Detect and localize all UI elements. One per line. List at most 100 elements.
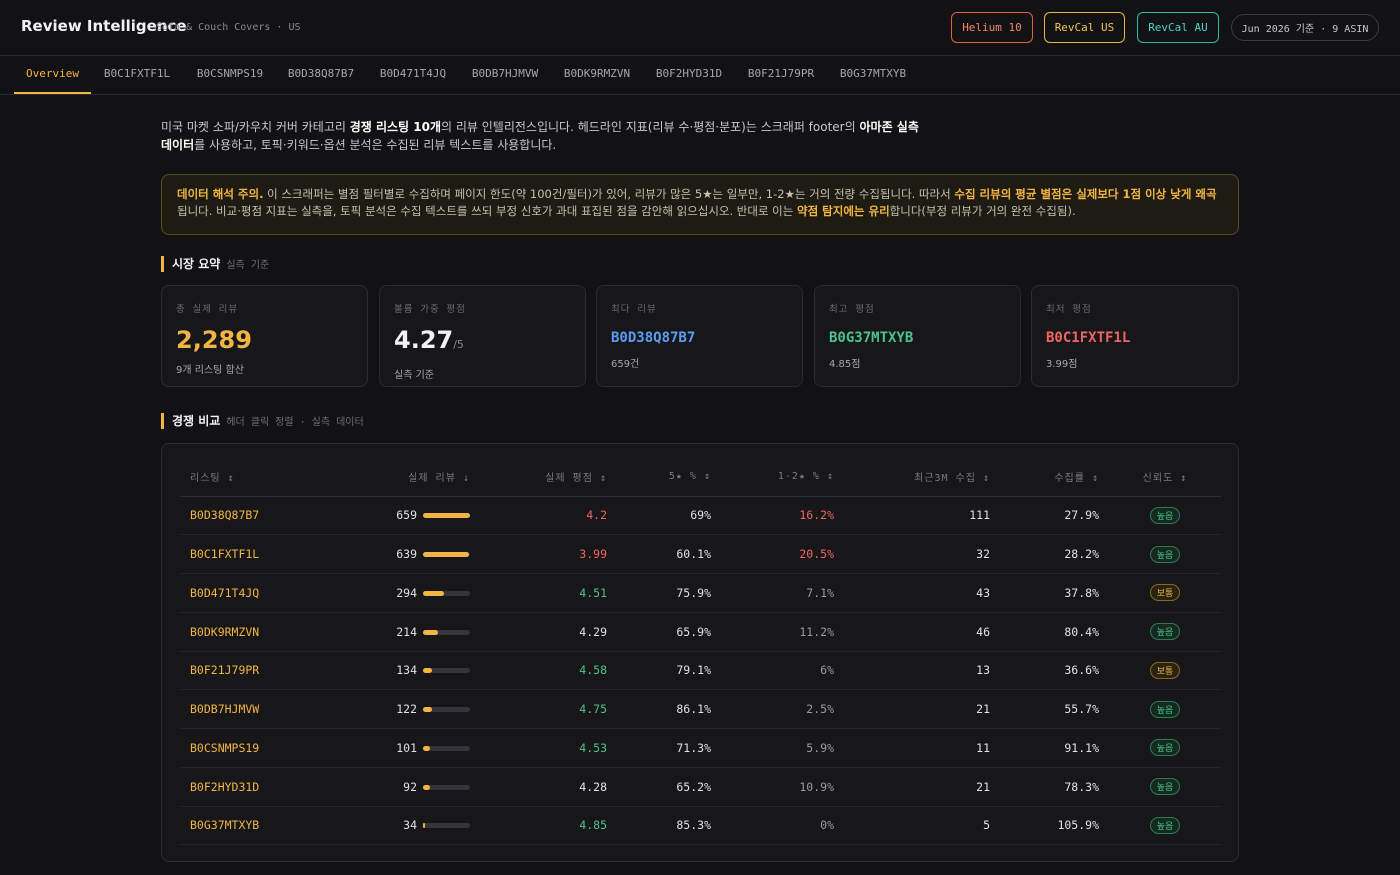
tab-b0dk9rmzvn[interactable]: B0DK9RMZVN — [556, 56, 638, 94]
review-share-bar — [423, 784, 470, 790]
review-count: 122 — [396, 702, 417, 717]
low-star-cell: 7.1% — [721, 573, 844, 613]
listing-link[interactable]: B0F2HYD31D — [180, 767, 330, 807]
data-caution-notice: 데이터 해석 주의. 이 스크래퍼는 별점 필터별로 수집하며 페이지 한도(약… — [161, 174, 1239, 235]
col-header-trust[interactable]: 신뢰도 ↕ — [1109, 458, 1221, 497]
table-row: B0C1FXTF1L 639 3.99 60.1% 20.5% 32 28.2% 높음 — [180, 534, 1221, 574]
recent-3m-cell: 21 — [844, 689, 1000, 729]
trust-badge: 보통 — [1149, 661, 1181, 679]
intro-text: 미국 마켓 소파/카우치 커버 카테고리 경쟁 리스팅 10개의 리뷰 인텔리전… — [161, 120, 919, 152]
col-header-collection-rate[interactable]: 수집률 ↕ — [1000, 458, 1109, 497]
collection-rate-cell: 55.7% — [1000, 689, 1109, 729]
review-share-bar-fill — [423, 745, 431, 751]
review-share-bar — [423, 745, 470, 751]
tab-b0csnmps19[interactable]: B0CSNMPS19 — [188, 56, 272, 94]
trust-badge: 높음 — [1149, 623, 1181, 641]
kpi-highest-rating: 최고 평점 B0G37MTXYB 4.85점 — [814, 285, 1021, 387]
recent-3m-cell: 11 — [844, 728, 1000, 768]
review-count-cell: 659 — [330, 496, 480, 536]
table-row: B0F21J79PR 134 4.58 79.1% 6% 13 36.6% 보통 — [180, 651, 1221, 691]
low-star-cell: 5.9% — [721, 728, 844, 768]
revcal-us-button[interactable]: RevCal US — [1044, 12, 1125, 43]
five-star-cell: 71.3% — [617, 728, 721, 768]
review-count-cell: 134 — [330, 651, 480, 691]
table-row: B0D471T4JQ 294 4.51 75.9% 7.1% 43 37.8% 보통 — [180, 573, 1221, 613]
helium10-button[interactable]: Helium 10 — [951, 12, 1033, 43]
trust-badge: 높음 — [1149, 739, 1181, 757]
table-row: B0DK9RMZVN 214 4.29 65.9% 11.2% 46 80.4% 높음 — [180, 612, 1221, 652]
trust-badge: 높음 — [1149, 506, 1181, 524]
trust-cell: 높음 — [1109, 728, 1221, 768]
recent-3m-cell: 46 — [844, 612, 1000, 652]
trust-badge: 높음 — [1149, 778, 1181, 796]
low-star-cell: 11.2% — [721, 612, 844, 652]
review-count-cell: 294 — [330, 573, 480, 613]
review-share-bar — [423, 629, 470, 635]
listing-link[interactable]: B0D38Q87B7 — [180, 496, 330, 536]
review-share-bar-fill — [423, 513, 470, 519]
listing-link[interactable]: B0G37MTXYB — [180, 806, 330, 846]
review-share-bar — [423, 668, 470, 674]
review-share-bar-fill — [423, 784, 430, 790]
review-count: 92 — [403, 779, 417, 794]
listing-link[interactable]: B0D471T4JQ — [180, 573, 330, 613]
low-star-cell: 16.2% — [721, 496, 844, 536]
listing-link[interactable]: B0DB7HJMVW — [180, 689, 330, 729]
listing-link[interactable]: B0C1FXTF1L — [180, 534, 330, 574]
review-share-bar-fill — [423, 707, 432, 713]
col-header-reviews[interactable]: 실제 리뷰 ↓ — [330, 458, 480, 497]
collection-rate-cell: 27.9% — [1000, 496, 1109, 536]
rating-cell: 4.85 — [480, 806, 617, 846]
tab-b0db7hjmvw[interactable]: B0DB7HJMVW — [464, 56, 546, 94]
review-count: 639 — [396, 547, 417, 562]
app-subtitle: Sofa & Couch Covers · US — [156, 22, 301, 33]
review-count-cell: 214 — [330, 612, 480, 652]
revcal-au-button[interactable]: RevCal AU — [1137, 12, 1219, 43]
top-bar: Review Intelligence Sofa & Couch Covers … — [0, 0, 1400, 56]
collection-rate-cell: 78.3% — [1000, 767, 1109, 807]
recent-3m-cell: 111 — [844, 496, 1000, 536]
rating-cell: 4.53 — [480, 728, 617, 768]
recent-3m-cell: 5 — [844, 806, 1000, 846]
listing-link[interactable]: B0F21J79PR — [180, 651, 330, 691]
tab-overview[interactable]: Overview — [14, 56, 91, 94]
review-share-bar — [423, 552, 470, 558]
five-star-cell: 85.3% — [617, 806, 721, 846]
comparison-title: 경쟁 비교 헤더 클릭 정렬 · 실측 데이터 — [161, 413, 364, 429]
five-star-cell: 86.1% — [617, 689, 721, 729]
tab-b0d471t4jq[interactable]: B0D471T4JQ — [372, 56, 454, 94]
collection-rate-cell: 91.1% — [1000, 728, 1109, 768]
tab-b0d38q87b7[interactable]: B0D38Q87B7 — [280, 56, 362, 94]
tab-b0f21j79pr[interactable]: B0F21J79PR — [740, 56, 822, 94]
review-count-cell: 122 — [330, 689, 480, 729]
collection-rate-cell: 80.4% — [1000, 612, 1109, 652]
col-header-rating[interactable]: 실제 평점 ↕ — [480, 458, 617, 497]
listing-link[interactable]: B0DK9RMZVN — [180, 612, 330, 652]
rating-cell: 3.99 — [480, 534, 617, 574]
col-header-five-star[interactable]: 5★ % ↕ — [617, 458, 721, 497]
col-header-recent-3m[interactable]: 최근3M 수집 ↕ — [844, 458, 1000, 497]
comparison-table: 리스팅 ↕ 실제 리뷰 ↓ 실제 평점 ↕ 5★ % ↕ 1-2★ % ↕ 최근… — [180, 458, 1221, 846]
review-count-cell: 101 — [330, 728, 480, 768]
review-share-bar-fill — [423, 629, 439, 635]
kpi-weighted-rating: 볼륨 가중 평점 4.27/5 실측 기준 — [379, 285, 586, 387]
rating-cell: 4.29 — [480, 612, 617, 652]
table-row: B0F2HYD31D 92 4.28 65.2% 10.9% 21 78.3% 높음 — [180, 767, 1221, 807]
col-header-listing[interactable]: 리스팅 ↕ — [180, 458, 330, 497]
listing-link[interactable]: B0CSNMPS19 — [180, 728, 330, 768]
trust-badge: 높음 — [1149, 700, 1181, 718]
low-star-cell: 10.9% — [721, 767, 844, 807]
recent-3m-cell: 43 — [844, 573, 1000, 613]
low-star-cell: 20.5% — [721, 534, 844, 574]
five-star-cell: 65.9% — [617, 612, 721, 652]
review-share-bar-fill — [423, 590, 445, 596]
trust-cell: 높음 — [1109, 612, 1221, 652]
market-summary-title: 시장 요약 실측 기준 — [161, 256, 269, 272]
tab-b0g37mtxyb[interactable]: B0G37MTXYB — [832, 56, 914, 94]
col-header-low-star[interactable]: 1-2★ % ↕ — [721, 458, 844, 497]
tab-b0f2hyd31d[interactable]: B0F2HYD31D — [648, 56, 730, 94]
tab-b0c1fxtf1l[interactable]: B0C1FXTF1L — [96, 56, 178, 94]
review-share-bar — [423, 707, 470, 713]
comparison-table-card: 리스팅 ↕ 실제 리뷰 ↓ 실제 평점 ↕ 5★ % ↕ 1-2★ % ↕ 최근… — [161, 443, 1239, 862]
recent-3m-cell: 13 — [844, 651, 1000, 691]
